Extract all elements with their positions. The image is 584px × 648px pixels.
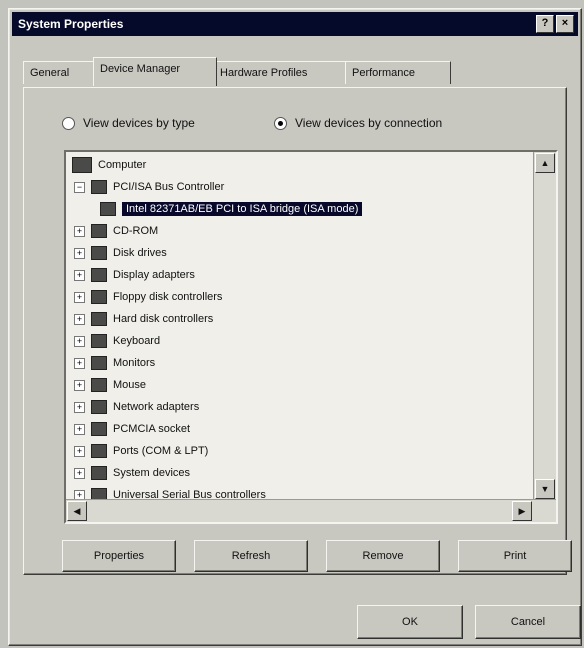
view-by-type-option[interactable]: View devices by type [62, 116, 195, 130]
tree-item-label: Ports (COM & LPT) [113, 445, 209, 457]
device-manager-panel: View devices by type View devices by con… [23, 87, 572, 575]
dialog-buttons: OK Cancel [357, 605, 581, 639]
vertical-scrollbar[interactable]: ▲ ▼ [533, 152, 556, 500]
network-icon [91, 400, 107, 414]
tree-item-display[interactable]: + Display adapters [74, 264, 195, 286]
tree-root[interactable]: Computer [72, 154, 146, 176]
tree-item-hard-disk[interactable]: + Hard disk controllers [74, 308, 213, 330]
port-icon [91, 444, 107, 458]
monitor-icon [91, 356, 107, 370]
tab-performance[interactable]: Performance [345, 61, 451, 84]
tree-item-pci-isa[interactable]: − PCI/ISA Bus Controller [74, 176, 224, 198]
refresh-button[interactable]: Refresh [194, 540, 308, 572]
expand-icon[interactable]: + [74, 313, 85, 325]
horizontal-scrollbar[interactable]: ◀ ▶ [66, 499, 556, 522]
tree-item-pcmcia[interactable]: + PCMCIA socket [74, 418, 190, 440]
view-by-type-label: View devices by type [83, 116, 195, 130]
floppy-icon [91, 290, 107, 304]
close-button[interactable]: × [556, 15, 574, 33]
chip-icon [100, 202, 116, 216]
tree-item-label: System devices [113, 467, 191, 479]
tree-item-floppy[interactable]: + Floppy disk controllers [74, 286, 222, 308]
expand-icon[interactable]: + [74, 445, 85, 457]
system-icon [91, 466, 107, 480]
device-action-buttons: Properties Refresh Remove Print [62, 540, 572, 572]
tree-item-label: PCMCIA socket [113, 423, 191, 435]
properties-button[interactable]: Properties [62, 540, 176, 572]
tree-item-network[interactable]: + Network adapters [74, 396, 199, 418]
disk-icon [91, 246, 107, 260]
title-bar[interactable]: System Properties ? × [12, 12, 578, 36]
cdrom-icon [91, 224, 107, 238]
computer-icon [72, 157, 92, 173]
view-by-type-radio[interactable] [62, 116, 75, 130]
window-title: System Properties [18, 17, 124, 31]
tree-item-mouse[interactable]: + Mouse [74, 374, 146, 396]
pcmcia-icon [91, 422, 107, 436]
tree-item-label: Floppy disk controllers [113, 291, 223, 303]
tree-item-label: CD-ROM [113, 225, 159, 237]
device-tree: Computer − PCI/ISA Bus Controller Intel … [64, 150, 558, 524]
tree-item-label: Display adapters [113, 269, 195, 281]
tab-general[interactable]: General [23, 61, 97, 84]
expand-icon[interactable]: + [74, 379, 85, 391]
tab-hardware-profiles[interactable]: Hardware Profiles [213, 61, 347, 84]
tree-item-disk-drives[interactable]: + Disk drives [74, 242, 167, 264]
expand-icon[interactable]: + [74, 291, 85, 303]
tree-item-keyboard[interactable]: + Keyboard [74, 330, 160, 352]
view-by-connection-radio[interactable] [274, 116, 287, 130]
scroll-right-icon[interactable]: ▶ [512, 501, 532, 521]
expand-icon[interactable]: + [74, 357, 85, 369]
tree-item-label: Intel 82371AB/EB PCI to ISA bridge (ISA … [122, 202, 363, 216]
expand-icon[interactable]: + [74, 423, 85, 435]
controller-icon [91, 312, 107, 326]
expand-icon[interactable]: + [74, 247, 85, 259]
tree-item-ports[interactable]: + Ports (COM & LPT) [74, 440, 208, 462]
collapse-icon[interactable]: − [74, 181, 85, 193]
expand-icon[interactable]: + [74, 269, 85, 281]
view-by-connection-label: View devices by connection [295, 116, 443, 130]
expand-icon[interactable]: + [74, 335, 85, 347]
remove-button[interactable]: Remove [326, 540, 440, 572]
help-button[interactable]: ? [536, 15, 554, 33]
ok-button[interactable]: OK [357, 605, 463, 639]
tree-item-cdrom[interactable]: + CD-ROM [74, 220, 158, 242]
title-controls: ? × [536, 15, 574, 33]
expand-icon[interactable]: + [74, 467, 85, 479]
tree-item-label: Hard disk controllers [113, 313, 214, 325]
root-label: Computer [98, 159, 147, 171]
print-button[interactable]: Print [458, 540, 572, 572]
view-by-connection-option[interactable]: View devices by connection [274, 116, 442, 130]
cancel-button[interactable]: Cancel [475, 605, 581, 639]
tab-device-manager[interactable]: Device Manager [93, 57, 217, 86]
scroll-down-icon[interactable]: ▼ [535, 479, 555, 499]
keyboard-icon [91, 334, 107, 348]
expand-icon[interactable]: + [74, 225, 85, 237]
tree-item-monitors[interactable]: + Monitors [74, 352, 155, 374]
tree-item-usb[interactable]: + Universal Serial Bus controllers [74, 484, 266, 500]
expand-icon[interactable]: + [74, 401, 85, 413]
scroll-left-icon[interactable]: ◀ [67, 501, 87, 521]
tree-item-label: Monitors [113, 357, 156, 369]
system-properties-window: System Properties ? × General Device Man… [8, 8, 582, 646]
device-tree-content: Computer − PCI/ISA Bus Controller Intel … [66, 152, 534, 500]
mouse-icon [91, 378, 107, 392]
bus-icon [91, 180, 107, 194]
tree-item-label: PCI/ISA Bus Controller [113, 181, 225, 193]
tree-item-label: Mouse [113, 379, 147, 391]
tree-item-isa-bridge[interactable]: Intel 82371AB/EB PCI to ISA bridge (ISA … [100, 198, 363, 220]
display-icon [91, 268, 107, 282]
scroll-up-icon[interactable]: ▲ [535, 153, 555, 173]
tree-item-label: Disk drives [113, 247, 167, 259]
tree-item-system[interactable]: + System devices [74, 462, 190, 484]
tree-item-label: Keyboard [113, 335, 161, 347]
tree-item-label: Network adapters [113, 401, 200, 413]
